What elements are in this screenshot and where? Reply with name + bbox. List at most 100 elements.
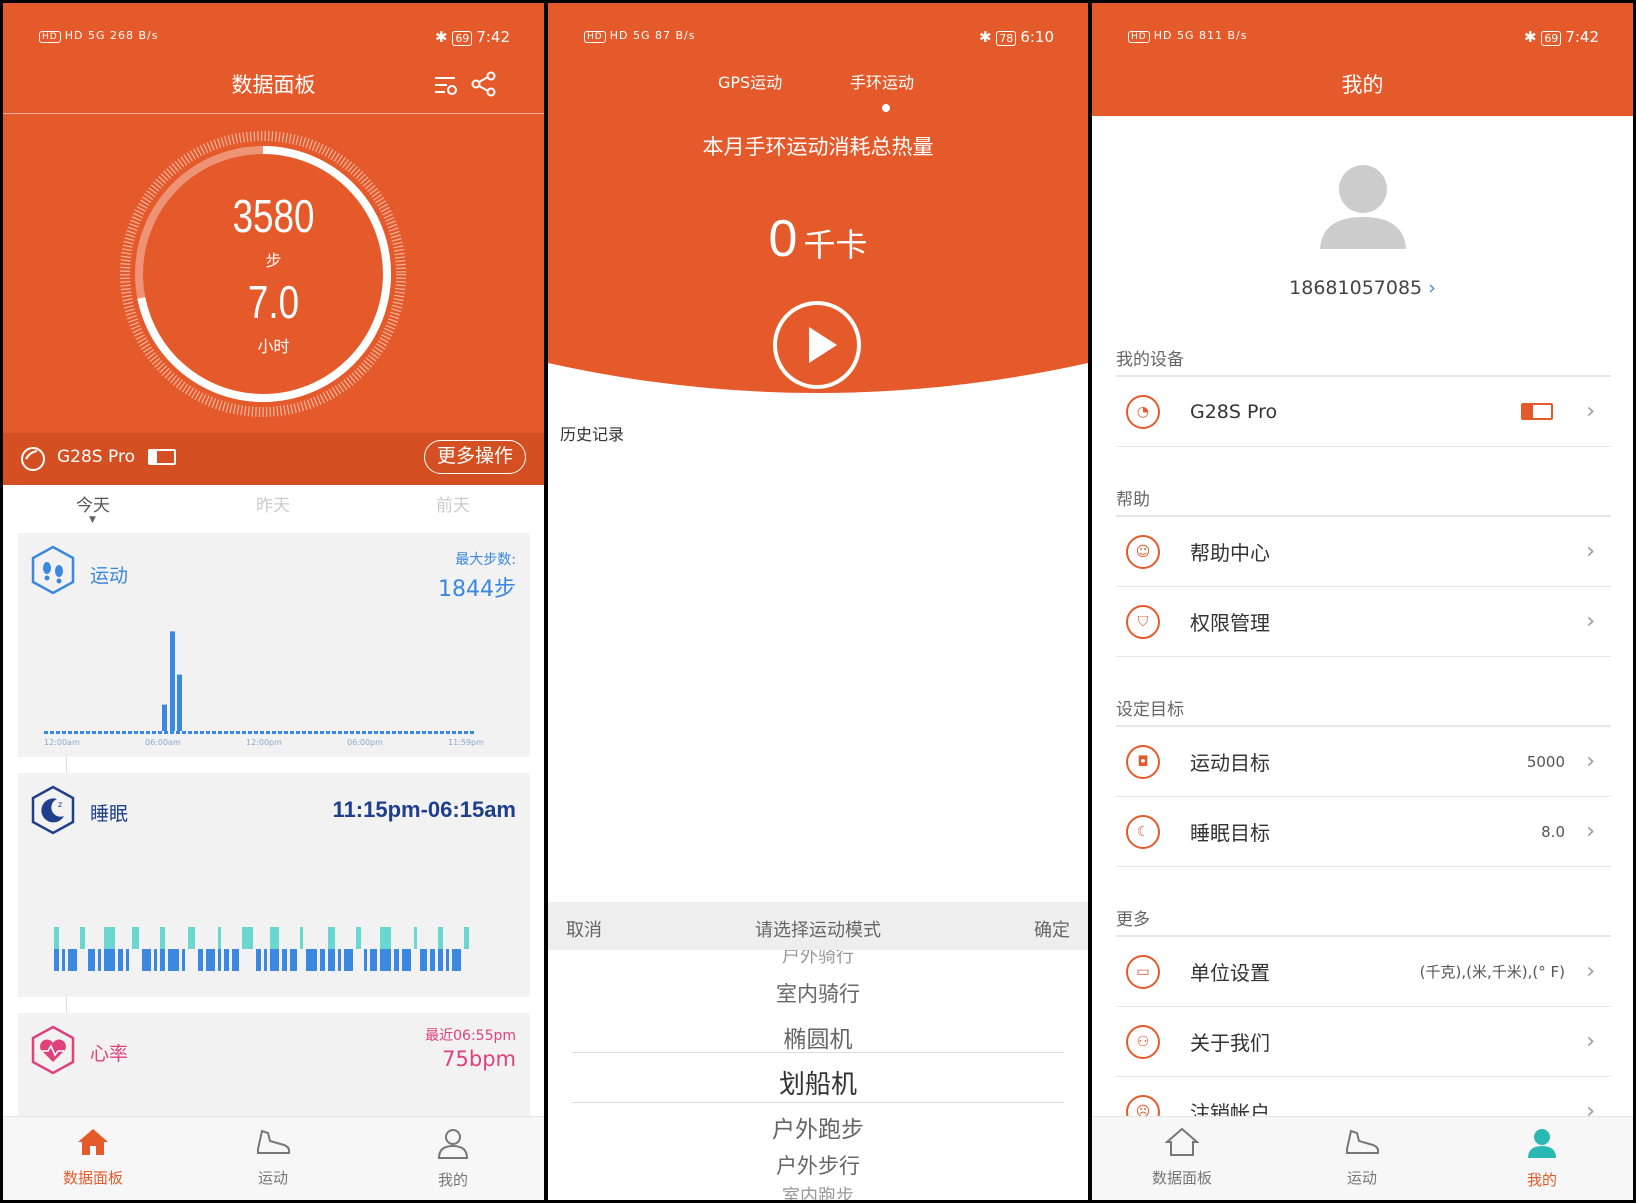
picker-option[interactable]: 户外跑步 <box>548 1110 1088 1144</box>
deep-sleep-block <box>168 949 179 971</box>
picker-title: 请选择运动模式 <box>755 920 881 941</box>
nav-label: 运动 <box>257 1169 288 1187</box>
deep-sleep-block <box>206 949 215 971</box>
deep-sleep-block <box>338 949 341 971</box>
light-sleep-block <box>218 927 221 949</box>
baseline-dot <box>422 731 426 734</box>
share-icon[interactable] <box>469 69 499 99</box>
chevron-right-icon: › <box>1586 749 1595 774</box>
sport-mode-picker[interactable]: 户外骑行 室内骑行 椭圆机 划船机 户外跑步 户外步行 室内跑步 <box>548 950 1088 1200</box>
start-button[interactable] <box>773 301 861 389</box>
baseline-dot <box>164 731 168 734</box>
picker-option[interactable]: 户外步行 <box>548 1150 1088 1180</box>
activity-card[interactable]: 运动 最大步数: 1844步 12:00am 06:00am 12:00pm 06:0… <box>18 533 530 757</box>
picker-option[interactable]: 椭圆机 <box>548 1020 1088 1054</box>
sport-goal-row[interactable]: ◘ 运动目标 5000 › <box>1116 727 1611 797</box>
nav-mine[interactable]: 我的 <box>393 1127 513 1190</box>
play-icon <box>809 327 837 363</box>
nav-label: 运动 <box>1346 1169 1377 1187</box>
deep-sleep-block <box>370 949 377 971</box>
sport-goal-value: 5000 <box>1526 752 1565 771</box>
tab-yesterday[interactable]: 昨天 <box>183 491 363 516</box>
permissions-row[interactable]: ⛉ 权限管理 › <box>1116 587 1611 657</box>
baseline-dot <box>254 731 258 734</box>
progress-ring <box>120 131 406 417</box>
baseline-dot <box>140 731 144 734</box>
tab-gps[interactable]: GPS运动 <box>718 69 782 93</box>
home-icon <box>78 1129 108 1155</box>
sleep-chart <box>54 927 469 971</box>
sleep-goal-row[interactable]: ☾ 睡眠目标 8.0 › <box>1116 797 1611 867</box>
tab-today[interactable]: 今天 <box>3 491 183 516</box>
deep-sleep-block <box>232 949 239 971</box>
deep-sleep-block <box>320 949 325 971</box>
light-sleep-block <box>414 927 417 949</box>
baseline-dot <box>296 731 300 734</box>
picker-option-selected[interactable]: 划船机 <box>548 1064 1088 1101</box>
deep-sleep-block <box>68 949 77 971</box>
units-value: (千克),(米,千米),(° F) <box>1419 963 1565 981</box>
heart-card[interactable]: 心率 最近06:55pm 75bpm <box>18 1013 530 1123</box>
help-center-row[interactable]: ☺ 帮助中心 › <box>1116 517 1611 587</box>
deep-sleep-block <box>290 949 297 971</box>
clock: 6:10 <box>1020 28 1054 46</box>
calorie-value: 0 <box>768 210 798 268</box>
units-label: 单位设置 <box>1190 961 1270 985</box>
nav-label: 我的 <box>1526 1171 1557 1189</box>
nav-sport[interactable]: 运动 <box>213 1127 333 1188</box>
max-steps-label: 最大步数: <box>455 552 516 568</box>
about-row[interactable]: ⚇ 关于我们 › <box>1116 1007 1611 1077</box>
baseline-dot <box>80 731 84 734</box>
tab-indicator <box>882 104 890 112</box>
battery-level: 69 <box>1541 31 1562 46</box>
light-sleep-block <box>438 927 443 949</box>
timeline-connector <box>66 997 67 1013</box>
baseline-dot <box>104 731 108 734</box>
baseline-dot <box>314 731 318 734</box>
nav-sport[interactable]: 运动 <box>1302 1127 1422 1188</box>
more-actions-button[interactable]: 更多操作 <box>423 440 526 474</box>
picker-option[interactable]: 室内跑步 <box>548 1182 1088 1200</box>
picker-option[interactable]: 户外骑行 <box>548 950 1088 968</box>
device-row[interactable]: ◔ G28S Pro › <box>1116 377 1611 447</box>
header-divider <box>3 113 544 114</box>
axis-label: 12:00pm <box>246 738 282 747</box>
moon-icon: ☾ <box>1126 814 1160 849</box>
footprints-icon <box>31 545 75 595</box>
tab-day-before[interactable]: 前天 <box>363 491 543 516</box>
sleep-card[interactable]: z 睡眠 11:15pm-06:15am <box>18 773 530 997</box>
axis-label: 06:00pm <box>347 738 383 747</box>
calorie-headline: 本月手环运动消耗总热量 <box>702 135 934 159</box>
deep-sleep-block <box>142 949 151 971</box>
sleep-range: 11:15pm-06:15am <box>332 797 516 822</box>
baseline-dot <box>374 731 378 734</box>
baseline-dot <box>446 731 450 734</box>
tab-band[interactable]: 手环运动 <box>850 69 914 93</box>
headset-icon: ☺ <box>1126 534 1160 569</box>
battery-level: 78 <box>996 31 1017 46</box>
device-bar: G28S Pro 更多操作 <box>3 433 544 485</box>
baseline-dot <box>218 731 222 734</box>
nav-dashboard[interactable]: 数据面板 <box>1122 1127 1242 1188</box>
bluetooth-icon: ✱ <box>978 28 992 46</box>
shield-icon: ⛉ <box>1126 604 1160 639</box>
bluetooth-icon: ✱ <box>434 28 448 46</box>
nav-dashboard[interactable]: 数据面板 <box>33 1127 153 1188</box>
axis-label: 06:00am <box>145 738 181 747</box>
avatar-icon[interactable] <box>1308 157 1418 257</box>
baseline-dot <box>248 731 252 734</box>
filter-icon[interactable] <box>431 71 461 101</box>
home-icon <box>1164 1127 1200 1156</box>
baseline-dot <box>212 731 216 734</box>
phone-link[interactable]: 18681057085 › <box>1092 277 1633 299</box>
nav-mine[interactable]: 我的 <box>1482 1127 1602 1190</box>
deep-sleep-block <box>270 949 279 971</box>
baseline-dot <box>452 731 456 734</box>
picker-confirm-button[interactable]: 确定 <box>1034 916 1070 942</box>
baseline-dot <box>278 731 282 734</box>
chevron-right-icon: › <box>1586 609 1595 634</box>
steps-value: 3580 <box>232 190 315 242</box>
units-row[interactable]: ▭ 单位设置 (千克),(米,千米),(° F) › <box>1116 937 1611 1007</box>
picker-option[interactable]: 室内骑行 <box>548 978 1088 1008</box>
chevron-right-icon: › <box>1586 399 1595 424</box>
